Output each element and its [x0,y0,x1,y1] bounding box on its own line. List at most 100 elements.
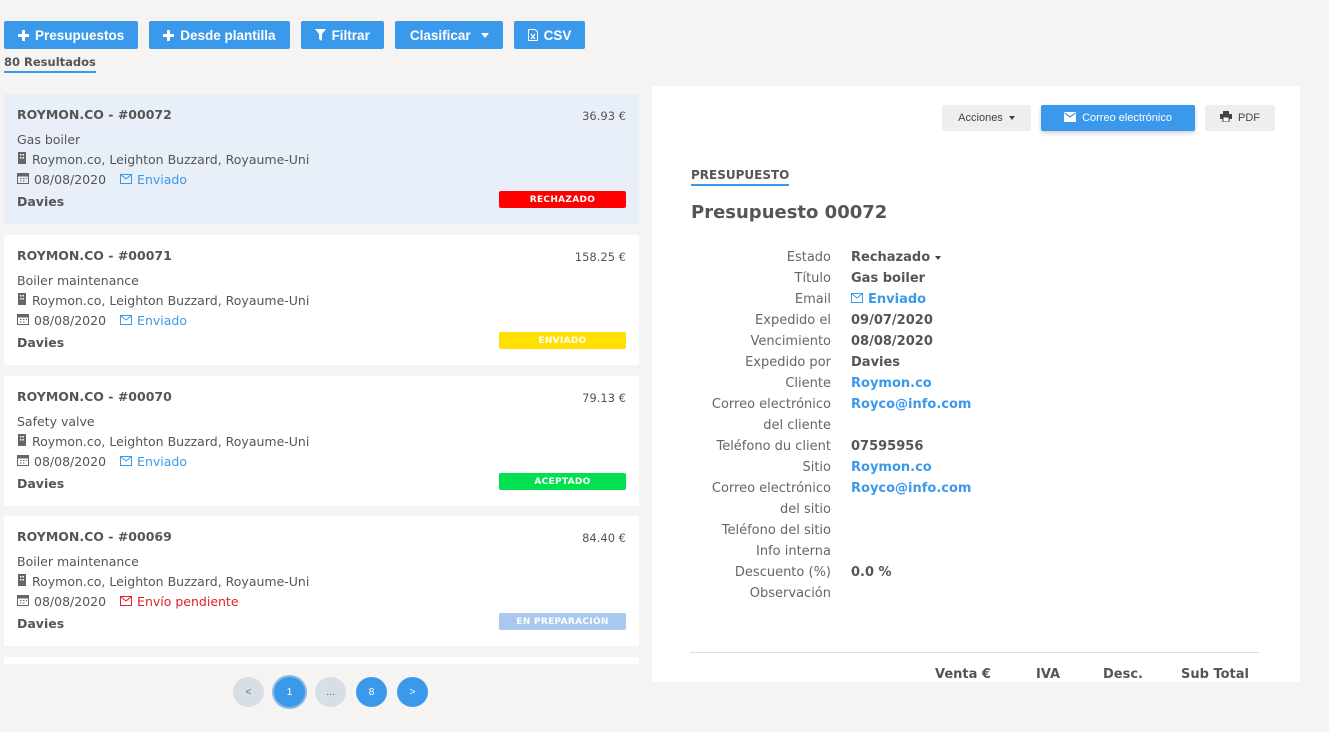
quote-date: 08/08/2020 [34,313,107,328]
page-ellipsis[interactable]: ... [315,677,346,707]
field-value: Rechazado [851,250,931,265]
sort-dropdown-button[interactable]: Clasificar [394,21,503,49]
field-row-due: Vencimiento 08/08/2020 [652,331,1300,352]
send-status: Enviado [120,172,187,187]
toolbar: Presupuestos Desde plantilla Filtrar Cla… [4,21,586,49]
results-count: 80 Resultados [4,55,96,73]
filter-button[interactable]: Filtrar [300,21,384,49]
from-template-label: Desde plantilla [180,27,276,43]
field-label: Correo electrónico [711,481,831,496]
field-row-site-email: Correo electrónico Royco@info.com [652,478,1300,499]
field-row-email: Email Enviado [652,289,1300,310]
csv-label: CSV [543,27,572,43]
building-icon [17,434,27,449]
field-row-site-email-cont: del sitio [652,499,1300,520]
quote-address-text: Roymon.co, Leighton Buzzard, Royaume-Uni [32,293,310,308]
field-label: Teléfono del sitio [721,523,831,538]
send-status-text: Enviado [137,454,187,469]
field-row-status: Estado Rechazado [652,247,1300,268]
email-status-link[interactable]: Enviado [851,289,926,310]
field-row-observation: Observación [652,583,1300,604]
field-row-client-email-cont: del cliente [652,415,1300,436]
quote-description: Boiler maintenance [17,273,139,288]
printer-icon [1220,111,1232,125]
field-row-issued-on: Expedido el 09/07/2020 [652,310,1300,331]
envelope-icon [1064,111,1077,125]
page-1-button[interactable]: 1 [274,677,305,707]
status-badge: ENVIADO [499,332,626,349]
field-row-client-email: Correo electrónico Royco@info.com [652,394,1300,415]
status-badge: ACEPTADO [499,473,626,490]
quote-date: 08/08/2020 [34,172,107,187]
quote-date-row: 08/08/2020 Enviado [17,313,187,328]
field-value: 0.0 % [851,565,892,580]
quote-author: Davies [17,194,65,209]
field-label: Sitio [802,460,831,475]
csv-export-button[interactable]: CSV [513,21,586,49]
quote-description: Boiler maintenance [17,554,139,569]
quote-author: Davies [17,476,65,491]
quote-title: ROYMON.CO - #00070 [17,389,172,404]
field-label: Observación [749,586,831,601]
new-quote-button[interactable]: Presupuestos [4,21,139,49]
quote-fields: Estado Rechazado Título Gas boiler Email… [652,247,1300,604]
field-label: Estado [786,250,831,265]
status-dropdown[interactable]: Rechazado [851,247,942,268]
actions-dropdown-button[interactable]: Acciones [942,105,1031,131]
envelope-icon [851,289,863,310]
envelope-icon [120,594,133,609]
quote-amount: 158.25 € [574,250,626,264]
table-header-sale: Venta € [935,667,991,682]
plus-icon [163,29,175,41]
field-row-internal-info: Info interna [652,541,1300,562]
field-row-client: Cliente Roymon.co [652,373,1300,394]
prev-page-button[interactable]: < [233,677,264,707]
new-quote-label: Presupuestos [35,27,125,43]
sort-label: Clasificar [409,27,471,43]
field-row-site: Sitio Roymon.co [652,457,1300,478]
field-value: Enviado [868,292,927,307]
quote-card-partial[interactable] [4,657,639,664]
send-status-text: Envío pendiente [137,594,239,609]
quote-description: Gas boiler [17,132,81,147]
field-label: del cliente [763,418,831,433]
table-header-vat: IVA [1036,667,1061,682]
send-status: Enviado [120,454,187,469]
calendar-icon [17,172,29,187]
page-8-button[interactable]: 8 [356,677,387,707]
quote-date: 08/08/2020 [34,454,107,469]
quote-card-00069[interactable]: ROYMON.CO - #00069 84.40 € Boiler mainte… [4,516,639,646]
envelope-icon [120,454,133,469]
from-template-button[interactable]: Desde plantilla [149,21,290,49]
site-email-link[interactable]: Royco@info.com [851,478,971,499]
quote-amount: 79.13 € [582,391,626,405]
email-button[interactable]: Correo electrónico [1041,105,1195,131]
send-status-text: Enviado [137,172,187,187]
field-label: del sitio [779,502,831,517]
client-email-link[interactable]: Royco@info.com [851,394,971,415]
quote-card-00072[interactable]: ROYMON.CO - #00072 36.93 € Gas boiler Ro… [4,94,639,224]
quote-address: Roymon.co, Leighton Buzzard, Royaume-Uni [17,574,309,589]
table-header-discount: Desc. [1103,667,1143,682]
field-value: 07595956 [851,439,924,454]
quote-card-00070[interactable]: ROYMON.CO - #00070 79.13 € Safety valve … [4,376,639,506]
quote-card-00071[interactable]: ROYMON.CO - #00071 158.25 € Boiler maint… [4,235,639,365]
plus-icon [18,29,29,41]
quote-list: ROYMON.CO - #00072 36.93 € Gas boiler Ro… [4,94,639,664]
page-title: Presupuesto 00072 [691,202,888,223]
site-link[interactable]: Roymon.co [851,457,932,478]
next-page-button[interactable]: > [397,677,428,707]
pdf-button[interactable]: PDF [1205,105,1275,131]
client-link[interactable]: Roymon.co [851,373,932,394]
send-status: Envío pendiente [120,594,239,609]
quote-address-text: Roymon.co, Leighton Buzzard, Royaume-Uni [32,434,310,449]
table-header-subtotal: Sub Total [1181,667,1249,682]
quote-date-row: 08/08/2020 Envío pendiente [17,594,239,609]
pdf-label: PDF [1238,112,1260,124]
chevron-down-icon [480,32,489,38]
status-badge: EN PREPARACIÓN [499,613,626,630]
file-excel-icon [527,29,538,41]
quote-title: ROYMON.CO - #00069 [17,529,172,544]
quote-detail-panel: Acciones Correo electrónico PDF PRESUPUE… [652,86,1300,682]
filter-icon [314,29,326,41]
